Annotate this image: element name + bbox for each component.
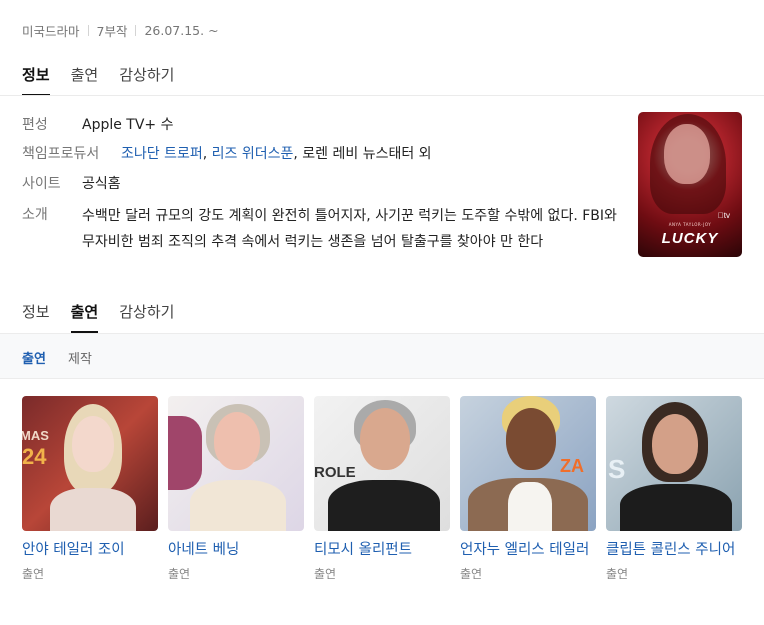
cast-role: 출연 — [314, 567, 337, 581]
top-tab-bar: 정보 출연 감상하기 — [22, 64, 195, 96]
cast-role: 출연 — [22, 567, 45, 581]
cast-card[interactable]: S 클립튼 콜린스 주니어 출연 — [606, 396, 742, 582]
tab-watch[interactable]: 감상하기 — [119, 301, 174, 332]
backdrop-text: MAS — [22, 428, 49, 443]
subtab-production[interactable]: 제작 — [68, 348, 92, 367]
date-text: 26.07.15. ~ — [144, 23, 219, 38]
site-label: 사이트 — [22, 176, 61, 192]
cast-photo[interactable]: ROLE — [314, 396, 450, 531]
official-site-link[interactable]: 공식홈 — [82, 172, 121, 197]
producer-row: 책임프로듀서 조나단 트로퍼, 리즈 위더스푼, 로렌 레비 뉴스태터 외 — [22, 142, 432, 167]
cast-photo[interactable]: MAS 24 — [22, 396, 158, 531]
producer-link-1[interactable]: 조나단 트로퍼 — [121, 146, 203, 162]
comma: , — [293, 146, 303, 162]
tab-watch[interactable]: 감상하기 — [119, 64, 174, 95]
apple-tv-logo: tv — [718, 211, 730, 220]
bottom-tab-bar: 정보 출연 감상하기 — [22, 301, 195, 333]
cast-name[interactable]: 클립튼 콜린스 주니어 — [606, 540, 742, 561]
tab-cast[interactable]: 출연 — [70, 301, 98, 333]
description-label: 소개 — [22, 207, 48, 223]
separator — [135, 25, 137, 36]
cast-role: 출연 — [606, 567, 629, 581]
cast-name[interactable]: 티모시 올리펀트 — [314, 540, 450, 561]
cast-role: 출연 — [168, 567, 191, 581]
description-row: 소개 수백만 달러 규모의 강도 계획이 완전히 틀어지자, 사기꾼 럭키는 도… — [22, 203, 628, 255]
cast-role: 출연 — [460, 567, 483, 581]
episodes-text: 7부작 — [96, 24, 128, 39]
tab-info[interactable]: 정보 — [22, 64, 50, 96]
description-text: 수백만 달러 규모의 강도 계획이 완전히 틀어지자, 사기꾼 럭키는 도주할 … — [82, 208, 617, 250]
category-text: 미국드라마 — [22, 24, 80, 39]
genre-row: 편성 Apple TV+ 수 — [22, 113, 174, 138]
cast-photo[interactable] — [168, 396, 304, 531]
backdrop-text: 24 — [22, 444, 47, 469]
producer-label: 책임프로듀서 — [22, 146, 100, 162]
divider — [0, 95, 764, 96]
producer-rest: 로렌 레비 뉴스태터 외 — [302, 146, 432, 162]
genre-label: 편성 — [22, 117, 48, 133]
producer-link-2[interactable]: 리즈 위더스푼 — [212, 146, 294, 162]
poster-face — [664, 124, 710, 184]
backdrop-text: ROLE — [314, 464, 356, 481]
backdrop-text: ZA — [560, 456, 584, 476]
separator — [87, 25, 89, 36]
cast-name[interactable]: 아네트 베닝 — [168, 540, 304, 561]
cast-name[interactable]: 언자누 엘리스 테일러 — [460, 540, 596, 561]
cast-card[interactable]: ROLE 티모시 올리펀트 출연 — [314, 396, 450, 582]
tab-cast[interactable]: 출연 — [71, 64, 99, 95]
cast-list: MAS 24 안야 테일러 조이 출연 아네트 베닝 출연 ROLE 티모시 올… — [22, 396, 752, 582]
subtab-bar: 출연 제작 — [0, 333, 764, 379]
cast-photo[interactable]: ZA — [460, 396, 596, 531]
cast-photo[interactable]: S — [606, 396, 742, 531]
cast-card[interactable]: 아네트 베닝 출연 — [168, 396, 304, 582]
subtab-cast[interactable]: 출연 — [22, 348, 46, 367]
cast-card[interactable]: ZA 언자누 엘리스 테일러 출연 — [460, 396, 596, 582]
poster-cast-line: ANYA TAYLOR-JOY — [668, 222, 712, 227]
site-row: 사이트 공식홈 — [22, 172, 121, 197]
comma: , — [202, 146, 212, 162]
poster-image[interactable]: tv ANYA TAYLOR-JOY LUCKY — [638, 112, 742, 257]
cast-name[interactable]: 안야 테일러 조이 — [22, 540, 158, 561]
meta-line: 미국드라마 7부작 26.07.15. ~ — [22, 21, 219, 40]
poster-title: LUCKY — [661, 230, 719, 247]
cast-card[interactable]: MAS 24 안야 테일러 조이 출연 — [22, 396, 158, 582]
backdrop-text: S — [608, 454, 626, 484]
tab-info[interactable]: 정보 — [22, 301, 50, 332]
genre-link[interactable]: Apple TV+ 수 — [82, 113, 174, 138]
